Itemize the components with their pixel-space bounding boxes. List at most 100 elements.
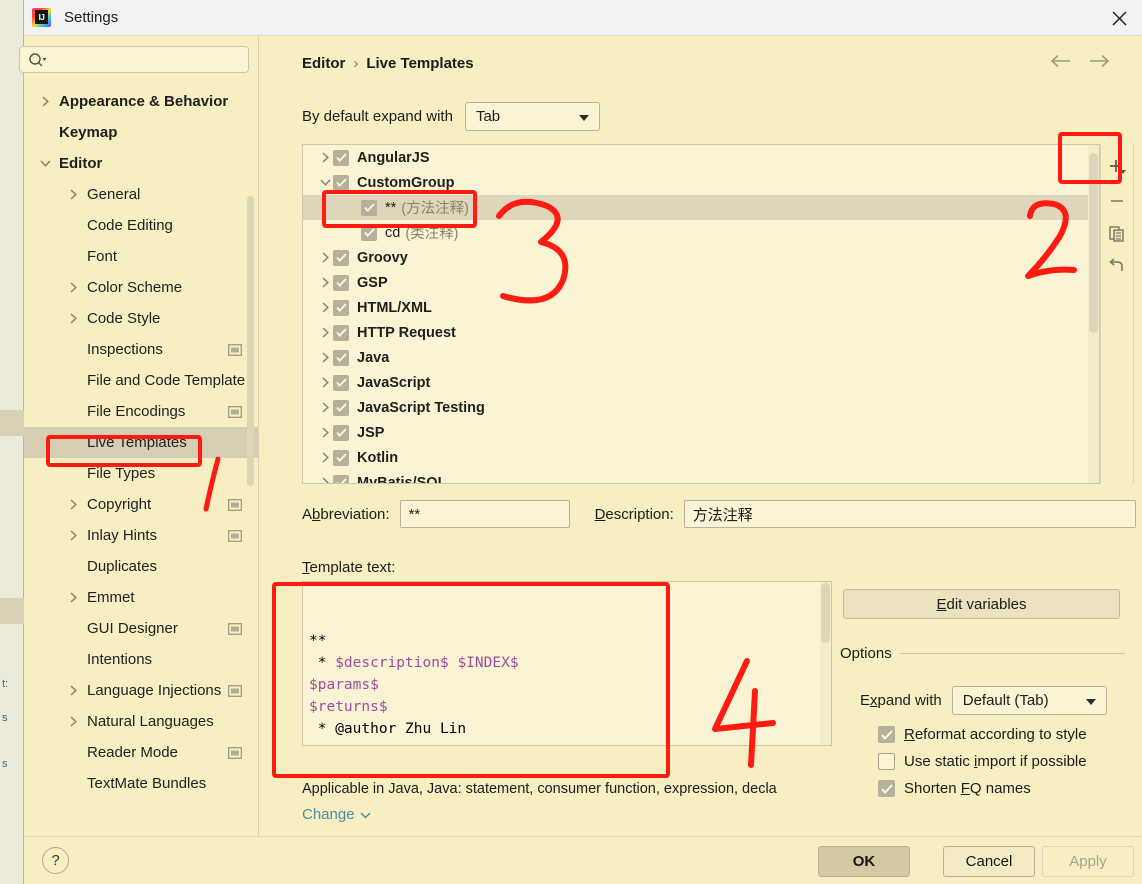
sidebar-item-intentions[interactable]: Intentions (24, 644, 258, 675)
option-use-static-import-if-possible[interactable]: Use static import if possible (878, 753, 1087, 770)
sidebar-item-appearance-behavior[interactable]: Appearance & Behavior (24, 86, 258, 117)
tree-expander[interactable] (317, 377, 333, 388)
tree-expander[interactable] (317, 252, 333, 263)
tree-expander[interactable] (317, 178, 333, 187)
sidebar-scrollbar[interactable] (247, 36, 256, 836)
tree-expander[interactable] (317, 477, 333, 483)
checkbox-icon[interactable] (333, 324, 349, 341)
template-row[interactable]: JavaScript (303, 370, 1099, 395)
tree-expander[interactable] (66, 716, 81, 727)
tree-expander[interactable] (317, 402, 333, 413)
sidebar-item-live-templates[interactable]: Live Templates (24, 427, 258, 458)
tree-expander[interactable] (66, 282, 81, 293)
template-row[interactable]: Java (303, 345, 1099, 370)
arrow-left-icon[interactable] (1050, 54, 1072, 73)
tree-expander[interactable] (38, 96, 53, 107)
revert-template-button[interactable] (1103, 253, 1131, 281)
abbreviation-input[interactable]: ** (399, 500, 570, 528)
checkbox-icon[interactable] (333, 249, 349, 266)
sidebar-item-file-encodings[interactable]: File Encodings (24, 396, 258, 427)
template-row[interactable]: AngularJS (303, 145, 1099, 170)
tree-expander[interactable] (66, 189, 81, 200)
sidebar-item-inspections[interactable]: Inspections (24, 334, 258, 365)
tree-expander[interactable] (317, 427, 333, 438)
sidebar-item-code-editing[interactable]: Code Editing (24, 210, 258, 241)
sidebar-item-font[interactable]: Font (24, 241, 258, 272)
checkbox-icon[interactable] (333, 424, 349, 441)
duplicate-template-button[interactable] (1103, 220, 1131, 248)
option-reformat-according-to-style[interactable]: Reformat according to style (878, 726, 1087, 743)
tree-expander[interactable] (66, 685, 81, 696)
change-context-link[interactable]: Change (302, 806, 371, 823)
edit-variables-button[interactable]: Edit variables (843, 589, 1120, 619)
live-templates-tree[interactable]: AngularJS CustomGroup ** (方法注释) cd (类注释) Groov… (302, 144, 1100, 484)
ok-button[interactable]: OK (818, 846, 910, 877)
checkbox-icon[interactable] (333, 174, 349, 191)
sidebar-item-emmet[interactable]: Emmet (24, 582, 258, 613)
template-text-scrollbar[interactable] (820, 582, 831, 745)
tree-expander[interactable] (317, 277, 333, 288)
sidebar-item-natural-languages[interactable]: Natural Languages (24, 706, 258, 737)
expand-with-select[interactable]: Default (Tab) (951, 686, 1107, 715)
template-row[interactable]: HTTP Request (303, 320, 1099, 345)
template-row[interactable]: GSP (303, 270, 1099, 295)
sidebar-item-reader-mode[interactable]: Reader Mode (24, 737, 258, 768)
sidebar-item-file-types[interactable]: File Types (24, 458, 258, 489)
checkbox-icon[interactable] (333, 449, 349, 466)
checkbox-icon[interactable] (333, 374, 349, 391)
template-row[interactable]: HTML/XML (303, 295, 1099, 320)
tree-expander[interactable] (317, 452, 333, 463)
sidebar-item-duplicates[interactable]: Duplicates (24, 551, 258, 582)
tree-expander[interactable] (66, 499, 81, 510)
checkbox-icon[interactable] (333, 474, 349, 483)
tree-expander[interactable] (317, 152, 333, 163)
template-row[interactable]: ** (方法注释) (303, 195, 1099, 220)
sidebar-item-general[interactable]: General (24, 179, 258, 210)
checkbox-icon[interactable] (333, 399, 349, 416)
default-expand-select[interactable]: Tab (464, 102, 600, 131)
tree-expander[interactable] (38, 159, 53, 168)
templates-scrollbar[interactable] (1088, 145, 1099, 483)
cancel-button[interactable]: Cancel (943, 846, 1035, 877)
tree-expander[interactable] (66, 592, 81, 603)
template-row[interactable]: JSP (303, 420, 1099, 445)
checkbox-icon[interactable] (878, 753, 895, 770)
template-row[interactable]: MyBatis/SQL (303, 470, 1099, 483)
checkbox-icon[interactable] (878, 780, 895, 797)
arrow-right-icon[interactable] (1088, 54, 1110, 73)
checkbox-icon[interactable] (333, 349, 349, 366)
sidebar-item-code-style[interactable]: Code Style (24, 303, 258, 334)
tree-expander[interactable] (66, 530, 81, 541)
checkbox-icon[interactable] (333, 299, 349, 316)
tree-expander[interactable] (317, 327, 333, 338)
template-row[interactable]: Groovy (303, 245, 1099, 270)
checkbox-icon[interactable] (361, 199, 377, 216)
template-row[interactable]: cd (类注释) (303, 220, 1099, 245)
sidebar-item-language-injections[interactable]: Language Injections (24, 675, 258, 706)
checkbox-icon[interactable] (333, 149, 349, 166)
remove-template-button[interactable] (1103, 187, 1131, 215)
close-icon[interactable] (1096, 0, 1142, 36)
sidebar-item-color-scheme[interactable]: Color Scheme (24, 272, 258, 303)
template-text-scrollbar-thumb[interactable] (821, 583, 830, 643)
option-shorten-fq-names[interactable]: Shorten FQ names (878, 780, 1031, 797)
checkbox-icon[interactable] (878, 726, 895, 743)
sidebar-item-gui-designer[interactable]: GUI Designer (24, 613, 258, 644)
checkbox-icon[interactable] (361, 224, 377, 241)
sidebar-scrollbar-thumb[interactable] (247, 196, 254, 486)
template-row[interactable]: CustomGroup (303, 170, 1099, 195)
templates-scrollbar-thumb[interactable] (1089, 153, 1098, 333)
help-button[interactable]: ? (42, 847, 69, 874)
checkbox-icon[interactable] (333, 274, 349, 291)
template-row[interactable]: JavaScript Testing (303, 395, 1099, 420)
tree-expander[interactable] (66, 313, 81, 324)
sidebar-item-keymap[interactable]: Keymap (24, 117, 258, 148)
tree-expander[interactable] (317, 352, 333, 363)
description-input[interactable]: 方法注释 (683, 500, 1136, 528)
template-text-editor[interactable]: ** * $description$ $INDEX$ $params$ $retur… (302, 581, 832, 746)
sidebar-item-inlay-hints[interactable]: Inlay Hints (24, 520, 258, 551)
sidebar-item-copyright[interactable]: Copyright (24, 489, 258, 520)
template-row[interactable]: Kotlin (303, 445, 1099, 470)
sidebar-item-editor[interactable]: Editor (24, 148, 258, 179)
tree-expander[interactable] (317, 302, 333, 313)
